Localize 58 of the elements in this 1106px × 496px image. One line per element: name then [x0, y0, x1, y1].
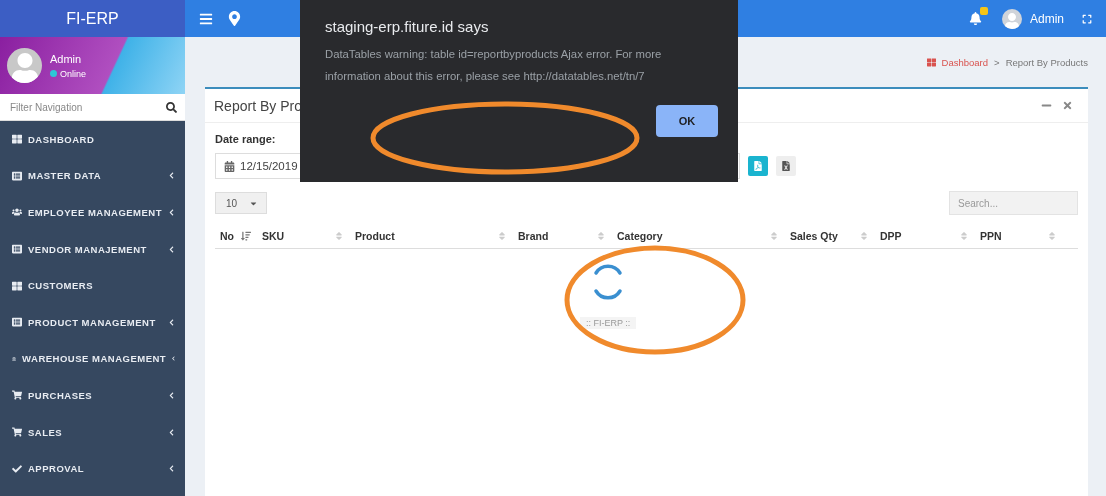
menu-icon[interactable] [199, 11, 213, 26]
nav-item[interactable]: SALES [0, 413, 185, 451]
list-icon [12, 244, 22, 255]
loader-text: :: FI-ERP :: [580, 317, 637, 329]
nav-item[interactable]: EMPLOYEE MANAGEMENT [0, 194, 185, 231]
breadcrumb-current: Report By Products [1005, 56, 1088, 68]
cart-icon [12, 390, 22, 401]
users-icon [12, 207, 22, 218]
column-header[interactable]: PPN [975, 229, 1063, 242]
search-field[interactable]: Search... [949, 191, 1078, 215]
column-header[interactable]: Product [350, 229, 513, 242]
nav-item[interactable]: WAREHOUSE MANAGEMENT [0, 340, 185, 378]
check-icon [12, 463, 22, 474]
date-range-label: Date range: [215, 133, 277, 145]
notification-badge [980, 7, 988, 15]
cart-icon [12, 427, 22, 438]
user-avatar [7, 48, 42, 83]
user-avatar[interactable] [1002, 8, 1022, 29]
column-header[interactable]: DPP [875, 229, 975, 242]
excel-file-icon [781, 161, 791, 171]
bell-icon[interactable] [969, 12, 982, 25]
user-status: Online [60, 68, 86, 79]
column-header[interactable]: SKU [257, 229, 350, 242]
grid-icon [926, 57, 936, 67]
breadcrumb-link[interactable]: Dashboard [941, 56, 989, 68]
column-header[interactable]: Category [612, 229, 785, 242]
grid-icon [12, 280, 22, 291]
nav-item[interactable]: CUSTOMERS [0, 267, 185, 304]
list-icon [12, 170, 22, 181]
list-icon [12, 317, 22, 328]
nav-item[interactable]: APPROVAL [0, 450, 185, 487]
user-name: Admin [50, 52, 83, 65]
breadcrumb-separator: > [994, 56, 1000, 68]
page-length-select[interactable]: 10 [215, 192, 267, 214]
dialog-message: DataTables warning: table id=reportbyproducts Ajax error. For more information about this error, please see http://datatables.net/tn/7 [325, 47, 663, 84]
sort-icon[interactable] [241, 230, 251, 241]
nav-item[interactable]: DASHBOARD [0, 121, 185, 158]
nav-item[interactable]: MASTER DATA [0, 157, 185, 195]
grid-icon [12, 134, 22, 145]
pdf-file-icon [753, 161, 763, 171]
app-logo[interactable]: FI-ERP [0, 0, 185, 37]
nav-item[interactable]: VENDOR MANAJEMENT [0, 230, 185, 268]
nav-item[interactable]: PURCHASES [0, 377, 185, 414]
filter-field[interactable]: Filter Navigation [0, 94, 185, 121]
column-header[interactable]: Brand [513, 229, 612, 242]
fullscreen-icon[interactable] [1082, 13, 1092, 24]
excel-button[interactable] [776, 156, 796, 176]
ok-button[interactable]: OK [656, 105, 718, 137]
column-header[interactable]: Sales Qty [785, 229, 875, 242]
map-pin-icon[interactable] [227, 11, 242, 26]
column-header[interactable]: No [215, 229, 257, 242]
dialog-title: staging-erp.fiture.id says [325, 18, 490, 35]
pdf-button[interactable] [748, 156, 768, 176]
status-dot [50, 70, 57, 77]
nav-item[interactable]: PRODUCT MANAGEMENT [0, 303, 185, 341]
user-name[interactable]: Admin [1030, 11, 1064, 26]
calendar-icon [224, 160, 235, 172]
search-icon[interactable] [166, 101, 177, 113]
